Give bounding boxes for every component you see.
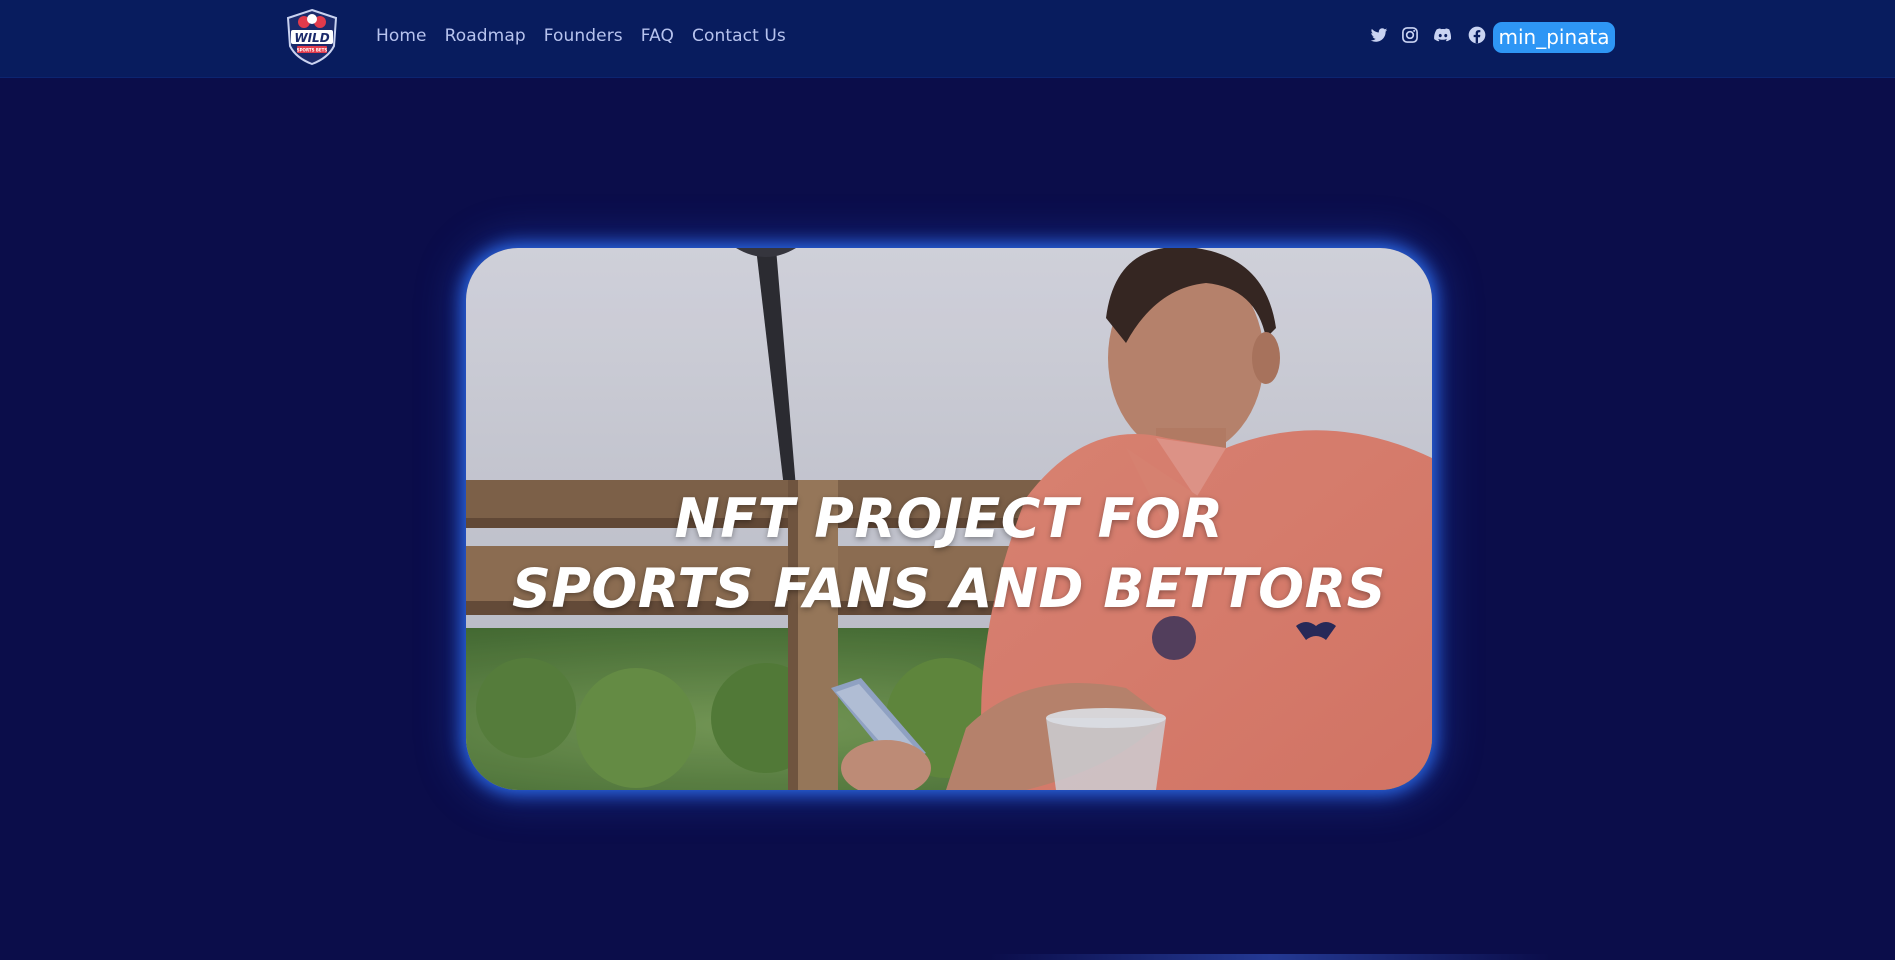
nav-founders[interactable]: Founders — [544, 26, 623, 46]
facebook-icon[interactable] — [1467, 25, 1487, 45]
user-account-button[interactable]: min_pinata — [1493, 22, 1615, 53]
instagram-icon[interactable] — [1400, 25, 1420, 45]
twitter-icon[interactable] — [1369, 25, 1389, 45]
section-divider-glow — [990, 954, 1550, 960]
hero-title: NFT PROJECT FOR SPORTS FANS AND BETTORS — [466, 484, 1432, 624]
nav-home[interactable]: Home — [376, 26, 427, 46]
wild-sports-bets-logo[interactable]: WILD SPORTS BETS — [282, 8, 342, 66]
hero-title-line-1: NFT PROJECT FOR — [674, 487, 1224, 550]
hero-title-line-2: SPORTS FANS AND BETTORS — [511, 557, 1387, 620]
nav-contact-us[interactable]: Contact Us — [692, 26, 786, 46]
hero-banner: NFT PROJECT FOR SPORTS FANS AND BETTORS — [466, 248, 1432, 790]
svg-text:WILD: WILD — [294, 31, 329, 45]
svg-text:SPORTS BETS: SPORTS BETS — [297, 48, 328, 53]
nav-roadmap[interactable]: Roadmap — [445, 26, 526, 46]
discord-icon[interactable] — [1432, 25, 1454, 45]
logo-shield-icon: WILD SPORTS BETS — [286, 8, 338, 66]
nav-faq[interactable]: FAQ — [641, 26, 674, 46]
main-nav: Home Roadmap Founders FAQ Contact Us — [376, 26, 786, 46]
top-navbar: WILD SPORTS BETS Home Roadmap Founders F… — [0, 0, 1895, 78]
